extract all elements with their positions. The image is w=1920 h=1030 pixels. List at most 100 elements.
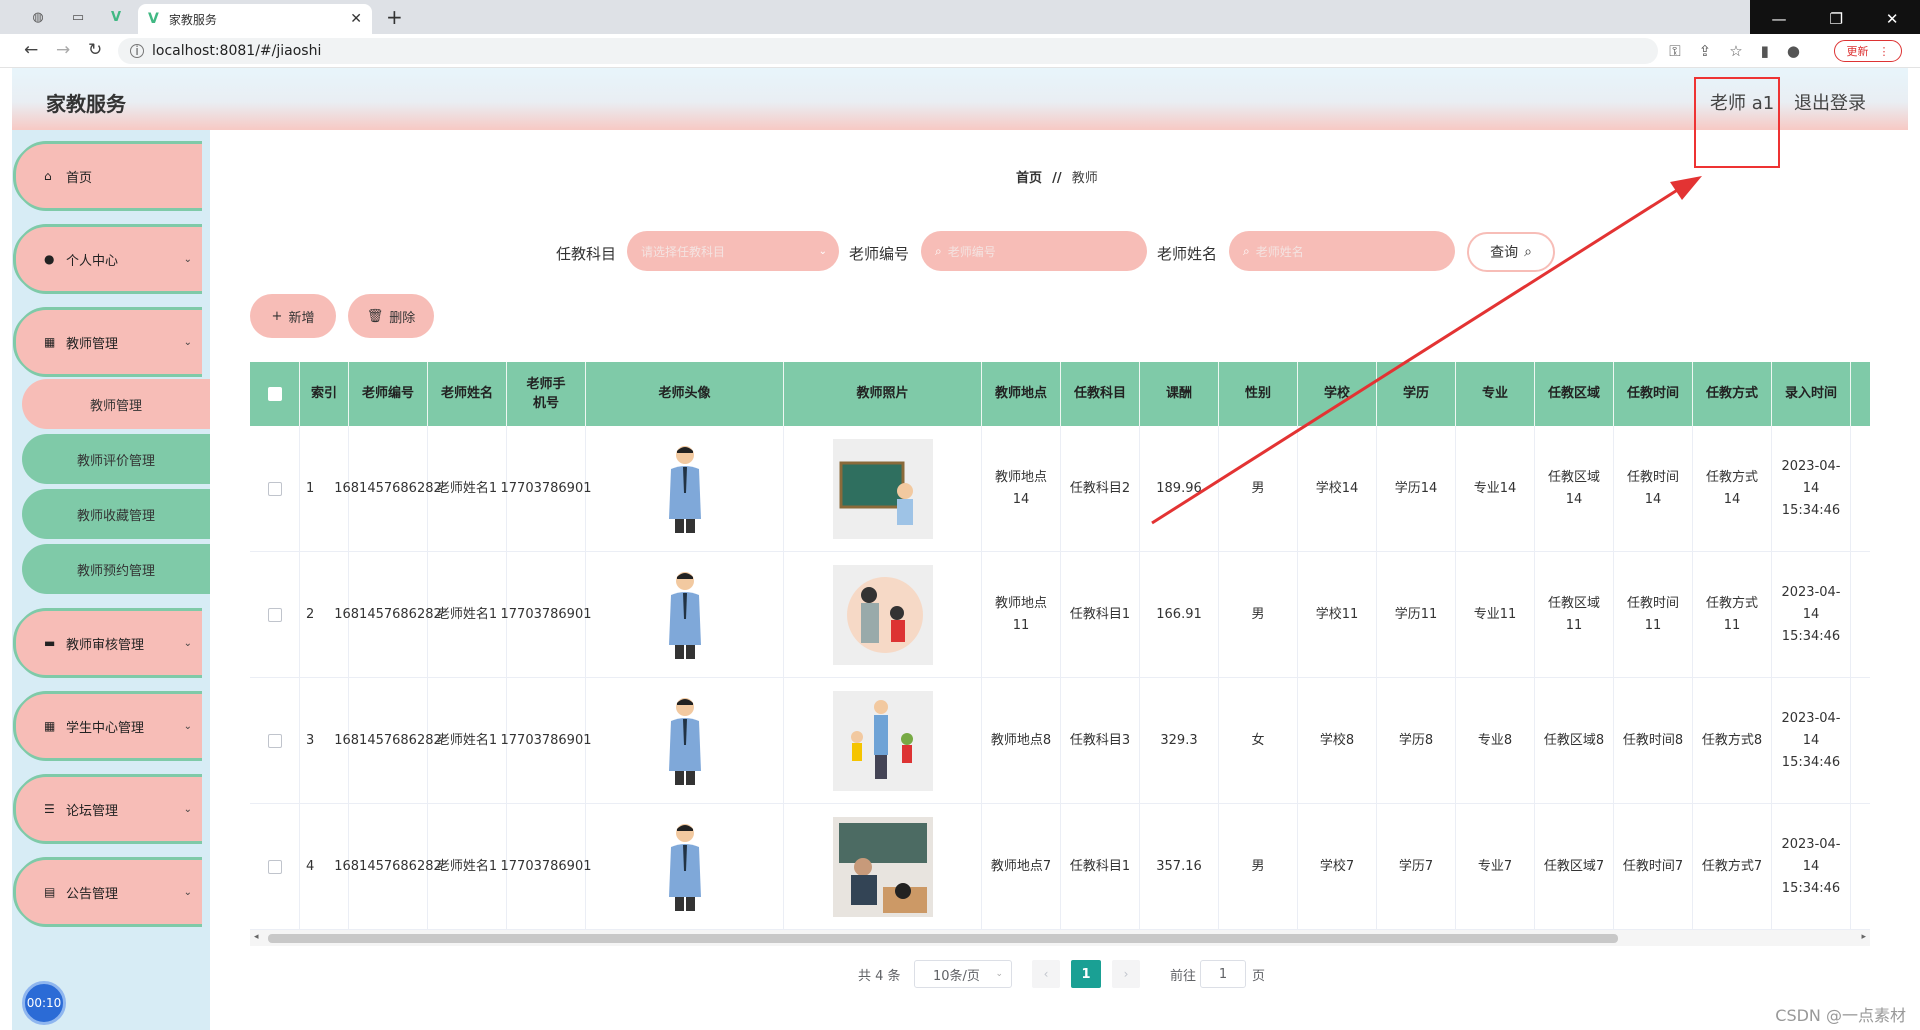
row-checkbox[interactable] <box>267 608 282 622</box>
clipboard-icon: ▤ <box>44 885 56 899</box>
restore-icon[interactable]: ❐ <box>1829 10 1842 28</box>
cell-area: 任教区域8 <box>1535 678 1614 804</box>
table-row[interactable]: 2 1681457686282 老师姓名1 17703786901 教师地点11 任教科目… <box>250 552 1870 678</box>
sidebar-item-label: 个人中心 <box>66 253 119 269</box>
teacher-name-placeholder: 老师姓名 <box>1255 244 1304 259</box>
share-icon[interactable]: ⇪ <box>1699 42 1712 60</box>
chevron-down-icon: ⌄ <box>183 803 192 815</box>
table-row[interactable]: 3 1681457686282 老师姓名1 17703786901 教师地点8 任教科目3… <box>250 678 1870 804</box>
new-tab-button[interactable]: + <box>386 5 403 29</box>
header-cell: 教师照片 <box>784 362 982 426</box>
photo-cell <box>784 804 982 930</box>
cell-mode: 任教方式14 <box>1693 426 1772 552</box>
star-icon[interactable]: ☆ <box>1729 42 1742 60</box>
row-checkbox[interactable] <box>267 482 282 496</box>
profile-icon[interactable]: ● <box>1787 42 1800 60</box>
cell-code: 1681457686282 <box>334 678 442 804</box>
update-button[interactable]: 更新 ⋮ <box>1834 40 1902 62</box>
minimize-icon[interactable]: — <box>1771 10 1786 28</box>
header-cell: 学校 <box>1298 362 1377 426</box>
prev-page-button[interactable]: ‹ <box>1032 960 1060 988</box>
sub-item-teacher-booking[interactable]: 教师预约管理 <box>22 544 210 594</box>
home-icon: ⌂ <box>44 169 52 183</box>
sub-item-teacher[interactable]: 教师管理 <box>22 379 210 429</box>
photo-cell <box>784 426 982 552</box>
info-icon[interactable]: i <box>130 44 144 58</box>
update-label: 更新 <box>1846 45 1869 58</box>
breadcrumb-home[interactable]: 首页 <box>1016 171 1042 186</box>
header-cell: 任教时间 <box>1614 362 1693 426</box>
page-size-select[interactable]: 10条/页 ⌄ <box>914 960 1012 988</box>
table-row[interactable]: 1 1681457686282 老师姓名1 17703786901 教师地点14 任教科目… <box>250 426 1870 552</box>
overflow-cell <box>1851 552 1870 678</box>
page-size-label: 10条/页 <box>933 968 980 984</box>
table-row[interactable]: 4 1681457686282 老师姓名1 17703786901 教师地点7 任教科目1… <box>250 804 1870 930</box>
sidebar-item-profile[interactable]: ● 个人中心 ⌄ <box>16 227 202 291</box>
select-all-checkbox[interactable] <box>267 387 282 401</box>
overflow-cell <box>1851 678 1870 804</box>
horizontal-scrollbar[interactable]: ◂ ▸ <box>250 930 1870 946</box>
subject-select[interactable]: 请选择任教科目 ⌄ <box>627 231 839 271</box>
sidebar-item-student-center[interactable]: ▦ 学生中心管理 ⌄ <box>16 694 202 758</box>
active-tab[interactable]: V 家教服务 ✕ <box>138 4 372 34</box>
sidebar-item-teacher-manage[interactable]: ▦ 教师管理 ⌄ <box>16 310 202 374</box>
cell-name: 老师姓名1 <box>428 804 507 930</box>
forward-icon[interactable]: → <box>56 40 70 60</box>
row-checkbox[interactable] <box>267 860 282 874</box>
subject-placeholder: 请选择任教科目 <box>641 244 726 259</box>
globe-icon[interactable]: ◍ <box>28 7 48 27</box>
app-title: 家教服务 <box>46 92 126 116</box>
sub-item-teacher-review[interactable]: 教师评价管理 <box>22 434 210 484</box>
add-button[interactable]: + 新增 <box>250 294 336 338</box>
row-checkbox[interactable] <box>267 734 282 748</box>
reload-icon[interactable]: ↻ <box>88 40 102 60</box>
search-icon: ⌕ <box>1524 244 1532 260</box>
cell-created: 2023-04-14 15:34:46 <box>1772 426 1851 552</box>
scroll-left-icon[interactable]: ◂ <box>254 932 259 942</box>
delete-button[interactable]: 🗑 删除 <box>348 294 434 338</box>
sidebar-item-home[interactable]: ⌂ 首页 <box>16 144 202 208</box>
avatar-cell <box>586 426 784 552</box>
header-cell: 录入时间 <box>1772 362 1851 426</box>
cell-code: 1681457686282 <box>334 426 442 552</box>
cell-mode: 任教方式8 <box>1693 678 1772 804</box>
cell-area: 任教区域11 <box>1535 552 1614 678</box>
cell-subject: 任教科目2 <box>1061 426 1140 552</box>
blank-tab-icon[interactable]: ▭ <box>68 7 88 27</box>
teacher-name-input[interactable]: ⌕ 老师姓名 <box>1229 231 1455 271</box>
sub-item-teacher-favorite[interactable]: 教师收藏管理 <box>22 489 210 539</box>
header-cell: 老师手机号 <box>507 362 586 426</box>
teacher-photo-mentor <box>832 565 933 665</box>
sidebar-item-teacher-audit[interactable]: ▬ 教师审核管理 ⌄ <box>16 611 202 675</box>
cell-edu: 学历8 <box>1377 678 1456 804</box>
sidepanel-icon[interactable]: ▮ <box>1761 42 1769 60</box>
close-window-icon[interactable]: ✕ <box>1886 10 1899 28</box>
cell-major: 专业8 <box>1456 678 1535 804</box>
query-button[interactable]: 查询 ⌕ <box>1467 232 1555 272</box>
teacher-id-input[interactable]: ⌕ 老师编号 <box>921 231 1147 271</box>
sidebar-item-notice[interactable]: ▤ 公告管理 ⌄ <box>16 860 202 924</box>
cell-gender: 女 <box>1219 678 1298 804</box>
key-icon[interactable]: ⚿ <box>1669 42 1680 60</box>
cell-created: 2023-04-14 15:34:46 <box>1772 678 1851 804</box>
query-label: 查询 <box>1490 245 1519 261</box>
header-cell: 性别 <box>1219 362 1298 426</box>
scrollbar-thumb[interactable] <box>268 934 1618 943</box>
current-page-button[interactable]: 1 <box>1071 960 1101 988</box>
logout-link[interactable]: 退出登录 <box>1794 89 1866 115</box>
next-page-button[interactable]: › <box>1112 960 1140 988</box>
header-cell: 索引 <box>300 362 349 426</box>
close-icon[interactable]: ✕ <box>350 11 362 27</box>
cell-school: 学校7 <box>1298 804 1377 930</box>
chevron-down-icon: ⌄ <box>183 886 192 898</box>
goto-page-input[interactable]: 1 <box>1200 960 1246 988</box>
scroll-right-icon[interactable]: ▸ <box>1861 932 1866 942</box>
url-input[interactable]: i localhost:8081/#/jiaoshi <box>118 38 1658 64</box>
sidebar-item-forum[interactable]: ☰ 论坛管理 ⌄ <box>16 777 202 841</box>
vue-tab-icon[interactable]: V <box>106 7 126 27</box>
cell-phone: 17703786901 <box>501 804 592 930</box>
row-select-cell <box>250 678 300 804</box>
cell-area: 任教区域7 <box>1535 804 1614 930</box>
back-icon[interactable]: ← <box>24 40 38 60</box>
timer-badge[interactable]: 00:10 <box>22 981 66 1025</box>
